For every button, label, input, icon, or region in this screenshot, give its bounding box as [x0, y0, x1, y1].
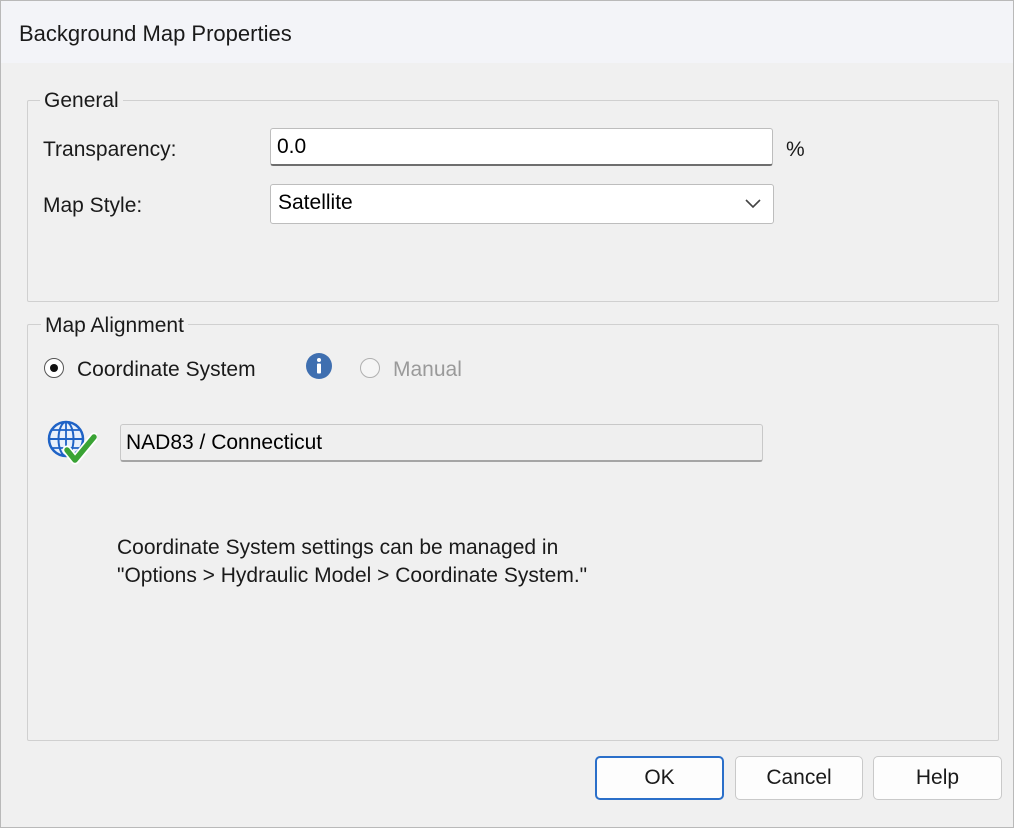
window-title: Background Map Properties	[19, 21, 292, 46]
globe-check-icon	[47, 420, 97, 465]
general-group-label: General	[40, 89, 123, 113]
info-icon[interactable]	[305, 352, 333, 380]
map-alignment-group-label: Map Alignment	[41, 314, 188, 338]
map-style-label: Map Style:	[43, 194, 143, 217]
coordinate-system-field: NAD83 / Connecticut	[120, 424, 763, 462]
ok-button[interactable]: OK	[595, 756, 724, 800]
cancel-button[interactable]: Cancel	[735, 756, 863, 800]
dialog: Background Map Properties General Transp…	[0, 0, 1014, 828]
coordinate-system-note: Coordinate System settings can be manage…	[117, 534, 587, 590]
help-button[interactable]: Help	[873, 756, 1002, 800]
transparency-input[interactable]	[270, 128, 773, 166]
coordinate-system-option-label[interactable]: Coordinate System	[77, 358, 256, 382]
map-style-select[interactable]: Satellite	[270, 184, 774, 224]
note-line-2: "Options > Hydraulic Model > Coordinate …	[117, 564, 588, 587]
manual-option-label[interactable]: Manual	[393, 358, 462, 382]
note-line-1: Coordinate System settings can be manage…	[117, 536, 559, 559]
coordinate-system-radio[interactable]	[44, 358, 64, 378]
manual-radio[interactable]	[360, 358, 380, 378]
transparency-label: Transparency:	[43, 138, 177, 161]
chevron-down-icon	[745, 199, 761, 209]
map-style-value: Satellite	[278, 191, 353, 214]
title-bar[interactable]: Background Map Properties	[1, 1, 1013, 63]
map-alignment-group	[27, 324, 999, 741]
transparency-unit: %	[786, 138, 805, 161]
